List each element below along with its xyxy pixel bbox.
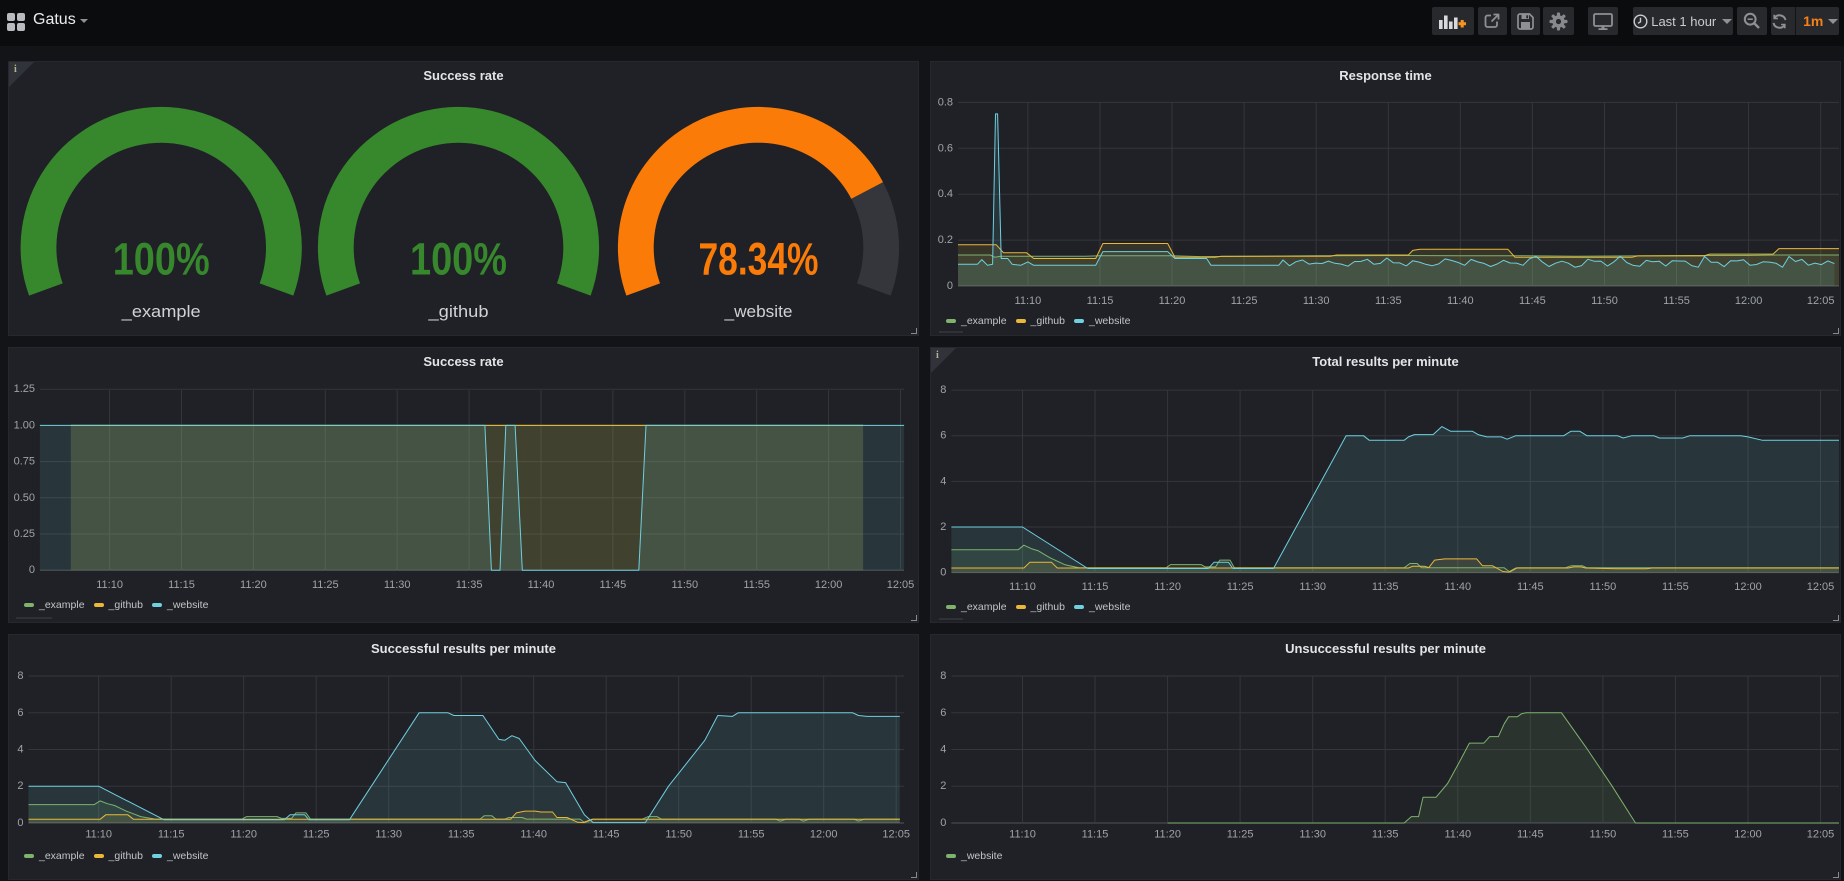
svg-text:11:25: 11:25	[303, 829, 330, 841]
svg-text:4: 4	[940, 475, 946, 487]
svg-text:0.8: 0.8	[938, 96, 953, 108]
svg-text:0.4: 0.4	[938, 188, 953, 200]
svg-text:1.25: 1.25	[14, 383, 35, 395]
svg-text:11:25: 11:25	[312, 579, 339, 591]
svg-text:11:30: 11:30	[1303, 295, 1330, 307]
svg-text:11:25: 11:25	[1231, 295, 1258, 307]
svg-text:11:30: 11:30	[384, 579, 411, 591]
svg-text:11:10: 11:10	[96, 579, 123, 591]
svg-text:11:20: 11:20	[1159, 295, 1186, 307]
svg-text:11:15: 11:15	[1082, 829, 1109, 841]
svg-text:12:00: 12:00	[815, 579, 843, 591]
svg-text:11:40: 11:40	[1444, 581, 1471, 593]
svg-text:2: 2	[940, 780, 946, 792]
svg-text:11:45: 11:45	[600, 579, 627, 591]
svg-text:0: 0	[940, 817, 946, 829]
svg-text:12:05: 12:05	[882, 829, 910, 841]
svg-text:11:35: 11:35	[1372, 581, 1399, 593]
svg-text:11:30: 11:30	[375, 829, 402, 841]
svg-text:11:55: 11:55	[738, 829, 765, 841]
svg-text:11:35: 11:35	[456, 579, 483, 591]
svg-text:8: 8	[940, 670, 946, 682]
svg-text:11:10: 11:10	[1009, 829, 1036, 841]
svg-text:12:05: 12:05	[1807, 829, 1835, 841]
svg-text:100%: 100%	[113, 234, 210, 285]
svg-text:0: 0	[947, 280, 953, 292]
svg-text:11:55: 11:55	[1663, 295, 1690, 307]
svg-text:11:35: 11:35	[1372, 829, 1399, 841]
svg-text:11:50: 11:50	[1590, 581, 1617, 593]
svg-text:_github: _github	[427, 302, 488, 321]
svg-text:11:55: 11:55	[743, 579, 770, 591]
svg-text:11:20: 11:20	[1154, 581, 1181, 593]
svg-text:11:30: 11:30	[1299, 581, 1326, 593]
svg-text:12:00: 12:00	[1735, 295, 1763, 307]
svg-text:_website: _website	[723, 302, 792, 321]
svg-text:11:55: 11:55	[1662, 829, 1689, 841]
svg-text:11:10: 11:10	[1015, 295, 1042, 307]
svg-text:11:10: 11:10	[1009, 581, 1036, 593]
svg-text:0.75: 0.75	[14, 456, 35, 468]
svg-text:11:40: 11:40	[1444, 829, 1471, 841]
svg-text:12:00: 12:00	[1734, 829, 1762, 841]
svg-text:2: 2	[17, 780, 23, 792]
svg-text:12:05: 12:05	[887, 579, 915, 591]
svg-text:11:50: 11:50	[671, 579, 698, 591]
svg-text:4: 4	[17, 744, 23, 756]
svg-text:12:00: 12:00	[810, 829, 838, 841]
svg-text:11:40: 11:40	[528, 579, 555, 591]
svg-text:11:25: 11:25	[1227, 581, 1254, 593]
svg-text:0.25: 0.25	[14, 528, 35, 540]
svg-text:11:35: 11:35	[1375, 295, 1402, 307]
svg-text:0: 0	[940, 567, 946, 579]
svg-text:8: 8	[940, 384, 946, 396]
svg-text:6: 6	[940, 707, 946, 719]
svg-text:11:45: 11:45	[1519, 295, 1546, 307]
svg-text:6: 6	[17, 707, 23, 719]
svg-text:0.6: 0.6	[938, 142, 953, 154]
svg-text:11:20: 11:20	[1154, 829, 1181, 841]
svg-text:11:15: 11:15	[1087, 295, 1114, 307]
svg-text:11:15: 11:15	[1082, 581, 1109, 593]
svg-text:11:50: 11:50	[1591, 295, 1618, 307]
svg-text:1.00: 1.00	[14, 419, 35, 431]
svg-text:78.34%: 78.34%	[699, 234, 819, 285]
svg-text:11:45: 11:45	[1517, 581, 1544, 593]
svg-text:12:00: 12:00	[1734, 581, 1762, 593]
svg-text:11:30: 11:30	[1299, 829, 1326, 841]
svg-text:11:40: 11:40	[1447, 295, 1474, 307]
svg-text:8: 8	[17, 670, 23, 682]
svg-text:11:50: 11:50	[665, 829, 692, 841]
svg-text:11:35: 11:35	[448, 829, 475, 841]
svg-text:2: 2	[940, 521, 946, 533]
svg-text:_example: _example	[121, 302, 201, 321]
svg-text:0: 0	[17, 817, 23, 829]
svg-text:0: 0	[29, 564, 35, 576]
svg-text:11:10: 11:10	[85, 829, 112, 841]
svg-text:11:45: 11:45	[1517, 829, 1544, 841]
svg-text:100%: 100%	[410, 234, 507, 285]
svg-text:11:25: 11:25	[1227, 829, 1254, 841]
svg-text:11:55: 11:55	[1662, 581, 1689, 593]
svg-text:11:40: 11:40	[520, 829, 547, 841]
svg-text:6: 6	[940, 430, 946, 442]
svg-text:11:20: 11:20	[240, 579, 267, 591]
svg-text:4: 4	[940, 744, 946, 756]
svg-text:12:05: 12:05	[1807, 581, 1835, 593]
svg-text:0.50: 0.50	[14, 492, 35, 504]
svg-text:11:50: 11:50	[1590, 829, 1617, 841]
svg-text:11:20: 11:20	[230, 829, 257, 841]
svg-text:11:15: 11:15	[168, 579, 195, 591]
svg-text:11:15: 11:15	[158, 829, 185, 841]
svg-text:11:45: 11:45	[593, 829, 620, 841]
svg-text:12:05: 12:05	[1807, 295, 1835, 307]
svg-text:0.2: 0.2	[938, 234, 953, 246]
